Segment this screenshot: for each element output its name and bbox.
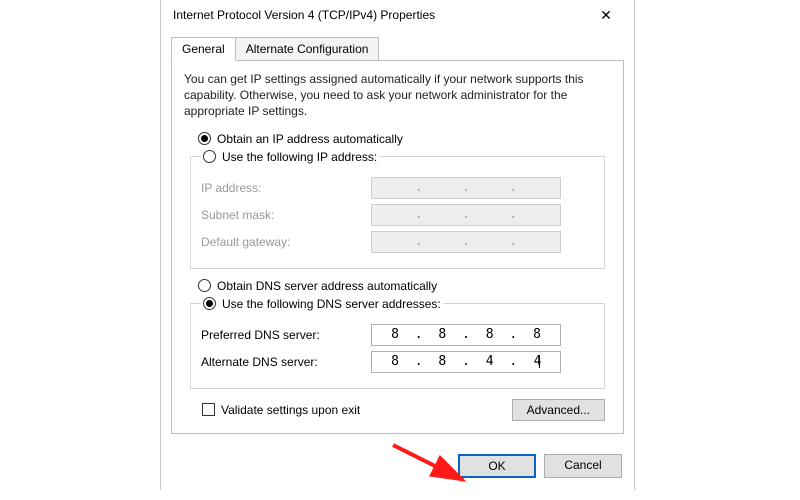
radio-ip-auto-label: Obtain an IP address automatically xyxy=(217,132,403,146)
row-alternate-dns: Alternate DNS server: 8. 8. 4. 4 xyxy=(201,351,594,373)
row-ip-address: IP address: ... xyxy=(201,177,594,199)
radio-dns-auto-label: Obtain DNS server address automatically xyxy=(217,279,437,293)
text-caret xyxy=(539,355,540,368)
oct: 4 xyxy=(520,354,554,369)
label-ip-address: IP address: xyxy=(201,181,371,195)
checkbox-validate[interactable] xyxy=(202,403,215,416)
window-title: Internet Protocol Version 4 (TCP/IPv4) P… xyxy=(173,8,586,22)
radio-icon xyxy=(198,279,211,292)
oct: 8 xyxy=(425,327,459,342)
radio-ip-auto[interactable]: Obtain an IP address automatically xyxy=(198,132,611,146)
radio-icon xyxy=(203,150,216,163)
label-default-gateway: Default gateway: xyxy=(201,235,371,249)
input-preferred-dns[interactable]: 8. 8. 8. 8 xyxy=(371,324,561,346)
dns-manual-group: Use the following DNS server addresses: … xyxy=(190,297,605,389)
tcpip-properties-dialog: Internet Protocol Version 4 (TCP/IPv4) P… xyxy=(160,0,635,490)
radio-dns-auto[interactable]: Obtain DNS server address automatically xyxy=(198,279,611,293)
ip-manual-group: Use the following IP address: IP address… xyxy=(190,150,605,269)
label-validate: Validate settings upon exit xyxy=(221,403,360,417)
advanced-button[interactable]: Advanced... xyxy=(512,399,605,421)
label-subnet-mask: Subnet mask: xyxy=(201,208,371,222)
titlebar: Internet Protocol Version 4 (TCP/IPv4) P… xyxy=(161,0,634,30)
oct: 8 xyxy=(378,354,412,369)
oct: 8 xyxy=(473,327,507,342)
row-preferred-dns: Preferred DNS server: 8. 8. 8. 8 xyxy=(201,324,594,346)
radio-ip-manual[interactable]: Use the following IP address: xyxy=(203,150,377,164)
label-alternate-dns: Alternate DNS server: xyxy=(201,355,371,369)
input-subnet-mask: ... xyxy=(371,204,561,226)
tab-panel-general: You can get IP settings assigned automat… xyxy=(171,60,624,434)
cancel-button[interactable]: Cancel xyxy=(544,454,622,478)
bottom-row: Validate settings upon exit Advanced... xyxy=(190,399,605,421)
radio-icon xyxy=(203,297,216,310)
radio-ip-manual-label: Use the following IP address: xyxy=(222,150,377,164)
ok-button[interactable]: OK xyxy=(458,454,536,478)
oct: 8 xyxy=(425,354,459,369)
close-icon[interactable]: ✕ xyxy=(586,7,626,24)
row-default-gateway: Default gateway: ... xyxy=(201,231,594,253)
intro-text: You can get IP settings assigned automat… xyxy=(184,71,611,120)
tab-alternate-configuration[interactable]: Alternate Configuration xyxy=(236,37,380,61)
oct: 8 xyxy=(378,327,412,342)
dialog-body: General Alternate Configuration You can … xyxy=(161,30,634,444)
input-default-gateway: ... xyxy=(371,231,561,253)
radio-dns-manual-label: Use the following DNS server addresses: xyxy=(222,297,441,311)
input-ip-address: ... xyxy=(371,177,561,199)
radio-icon xyxy=(198,132,211,145)
tab-general[interactable]: General xyxy=(171,37,236,61)
tab-strip: General Alternate Configuration xyxy=(171,36,624,60)
oct: 4 xyxy=(473,354,507,369)
dialog-buttons: OK Cancel xyxy=(161,444,634,490)
oct: 8 xyxy=(520,327,554,342)
row-subnet-mask: Subnet mask: ... xyxy=(201,204,594,226)
radio-dns-manual[interactable]: Use the following DNS server addresses: xyxy=(203,297,441,311)
input-alternate-dns[interactable]: 8. 8. 4. 4 xyxy=(371,351,561,373)
label-preferred-dns: Preferred DNS server: xyxy=(201,328,371,342)
